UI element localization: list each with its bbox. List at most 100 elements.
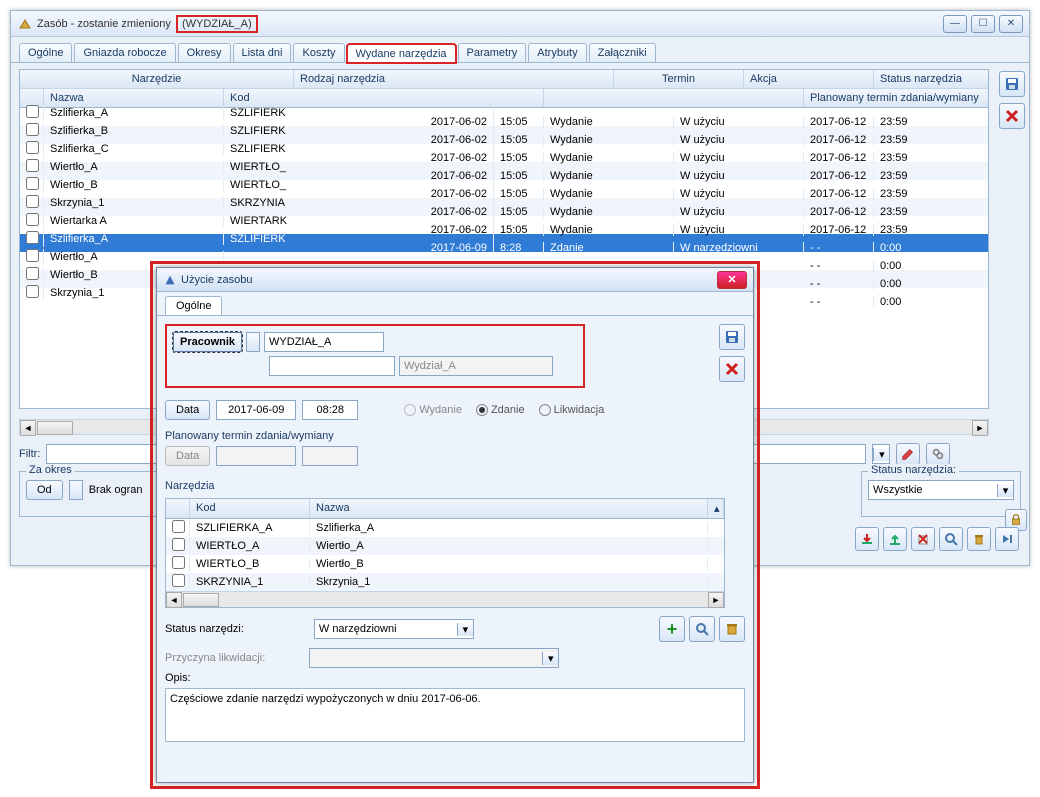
row-checkbox[interactable] (26, 123, 39, 136)
period-dd[interactable] (69, 480, 83, 500)
pracownik-dd[interactable] (246, 332, 260, 352)
tools-row-checkbox[interactable] (172, 520, 185, 533)
table-row[interactable]: Wiertarka AWIERTARK2017-06-0215:05Wydani… (20, 216, 988, 234)
tab-parametry[interactable]: Parametry (458, 43, 527, 62)
row-checkbox[interactable] (26, 285, 39, 298)
row-checkbox[interactable] (26, 141, 39, 154)
tools-row-checkbox[interactable] (172, 574, 185, 587)
dlg-status-combo[interactable]: W narzędziowni ▾ (314, 619, 474, 639)
row-checkbox[interactable] (26, 267, 39, 280)
dialog-tab-ogolne[interactable]: Ogólne (165, 296, 222, 315)
delete-icon[interactable] (999, 103, 1025, 129)
col-kod[interactable]: Kod (224, 89, 544, 107)
tools-row-checkbox[interactable] (172, 538, 185, 551)
save-icon[interactable] (999, 71, 1025, 97)
tab-zalaczniki[interactable]: Załączniki (589, 43, 656, 62)
row-checkbox[interactable] (26, 159, 39, 172)
dialog-save-icon[interactable] (719, 324, 745, 350)
data-button[interactable]: Data (165, 400, 210, 420)
opis-textarea[interactable]: Częściowe zdanie narzędzi wypożyczonych … (165, 688, 745, 742)
col-nazwa[interactable]: Nazwa (44, 89, 224, 107)
tools-row-checkbox[interactable] (172, 556, 185, 569)
tab-wydane-narzedzia[interactable]: Wydane narzędzia (347, 44, 456, 63)
tools-row[interactable]: WIERTŁO_AWiertło_A (166, 537, 724, 555)
row-checkbox[interactable] (26, 177, 39, 190)
hscroll-right[interactable]: ► (972, 420, 988, 436)
tools-trash-button[interactable] (719, 616, 745, 642)
tab-koszty[interactable]: Koszty (293, 43, 344, 62)
radio-likwidacja[interactable]: Likwidacja (539, 404, 605, 416)
dialog-delete-icon[interactable] (719, 356, 745, 382)
table-row[interactable]: Szlifierka_ASZLIFIERK2017-06-098:28Zdani… (20, 234, 988, 252)
date-spinner[interactable] (216, 400, 296, 420)
dialog-close-button[interactable]: ✕ (717, 271, 747, 289)
cell-plan-t: 0:00 (874, 296, 989, 308)
action-import-icon[interactable] (855, 527, 879, 551)
filter-edit-icon[interactable] (896, 443, 920, 465)
tools-hscroll-thumb[interactable] (183, 593, 219, 607)
col-termin[interactable]: Termin (614, 70, 744, 88)
tabs: Ogólne Gniazda robocze Okresy Lista dni … (11, 37, 1029, 63)
hscroll-thumb[interactable] (37, 421, 73, 435)
col-plan[interactable]: Planowany termin zdania/wymiany (804, 89, 989, 107)
tools-row[interactable]: WIERTŁO_BWiertło_B (166, 555, 724, 573)
cell-status: W użyciu (674, 134, 804, 146)
cell-status: W użyciu (674, 188, 804, 200)
table-row[interactable]: Szlifierka_CSZLIFIERK2017-06-0215:05Wyda… (20, 144, 988, 162)
col-akcja[interactable]: Akcja (744, 70, 874, 88)
window-title: Zasób - zostanie zmieniony (WYDZIAŁ_A) (37, 18, 943, 30)
dialog: Użycie zasobu ✕ Ogólne Pracownik (156, 267, 754, 783)
tab-ogolne[interactable]: Ogólne (19, 43, 72, 62)
tools-col-kod[interactable]: Kod (190, 499, 310, 518)
cell-status: W użyciu (674, 116, 804, 128)
row-checkbox[interactable] (26, 105, 39, 118)
col-status[interactable]: Status narzędzia (874, 70, 989, 88)
tools-row[interactable]: SKRZYNIA_1Skrzynia_1 (166, 573, 724, 591)
pracownik-code-input[interactable] (264, 332, 384, 352)
action-last-icon[interactable] (995, 527, 1019, 551)
filter-settings-icon[interactable] (926, 443, 950, 465)
action-search-icon[interactable] (939, 527, 963, 551)
tools-col-nazwa[interactable]: Nazwa (310, 499, 708, 518)
table-row[interactable]: Skrzynia_1SKRZYNIA2017-06-0215:05Wydanie… (20, 198, 988, 216)
tab-okresy[interactable]: Okresy (178, 43, 231, 62)
row-checkbox[interactable] (26, 231, 39, 244)
cell-plan-t: 23:59 (874, 134, 989, 146)
cell-plan-d: 2017-06-12 (804, 152, 874, 164)
table-row[interactable]: Wiertło_AWIERTŁO_2017-06-0215:05WydanieW… (20, 162, 988, 180)
tools-search-button[interactable] (689, 616, 715, 642)
przyczyna-label: Przyczyna likwidacji: (165, 652, 265, 664)
tools-hscroll-right[interactable]: ► (708, 592, 724, 608)
tab-lista-dni[interactable]: Lista dni (233, 43, 292, 62)
row-checkbox[interactable] (26, 213, 39, 226)
cell-plan-d: 2017-06-12 (804, 206, 874, 218)
tools-add-button[interactable]: + (659, 616, 685, 642)
hscroll-left[interactable]: ◄ (20, 420, 36, 436)
radio-zdanie[interactable]: Zdanie (476, 404, 525, 416)
tools-vscroll-up[interactable]: ▴ (708, 499, 724, 518)
filter-dropdown[interactable]: ▾ (872, 444, 890, 464)
tab-gniazda[interactable]: Gniazda robocze (74, 43, 175, 62)
pracownik-button[interactable]: Pracownik (173, 332, 242, 352)
tools-hscroll-left[interactable]: ◄ (166, 592, 182, 608)
tab-atrybuty[interactable]: Atrybuty (528, 43, 586, 62)
period-od-button[interactable]: Od (26, 480, 63, 500)
table-row[interactable]: Szlifierka_BSZLIFIERK2017-06-0215:05Wyda… (20, 126, 988, 144)
dialog-highlight-frame: Użycie zasobu ✕ Ogólne Pracownik (150, 261, 760, 789)
action-remove-icon[interactable] (911, 527, 935, 551)
time-spinner[interactable] (302, 400, 358, 420)
tools-row[interactable]: SZLIFIERKA_ASzlifierka_A (166, 519, 724, 537)
action-export-icon[interactable] (883, 527, 907, 551)
col-rodzaj[interactable]: Rodzaj narzędzia (294, 70, 614, 88)
minimize-button[interactable]: — (943, 15, 967, 33)
row-checkbox[interactable] (26, 249, 39, 262)
close-button[interactable]: ✕ (999, 15, 1023, 33)
action-trash-icon[interactable] (967, 527, 991, 551)
table-row[interactable]: Szlifierka_ASZLIFIERK2017-06-0215:05Wyda… (20, 108, 988, 126)
pracownik-blank-input[interactable] (269, 356, 395, 376)
maximize-button[interactable]: ☐ (971, 15, 995, 33)
table-row[interactable]: Wiertło_BWIERTŁO_2017-06-0215:05WydanieW… (20, 180, 988, 198)
status-filter-combo[interactable]: Wszystkie ▾ (868, 480, 1014, 500)
cell-time: 15:05 (494, 116, 544, 128)
row-checkbox[interactable] (26, 195, 39, 208)
